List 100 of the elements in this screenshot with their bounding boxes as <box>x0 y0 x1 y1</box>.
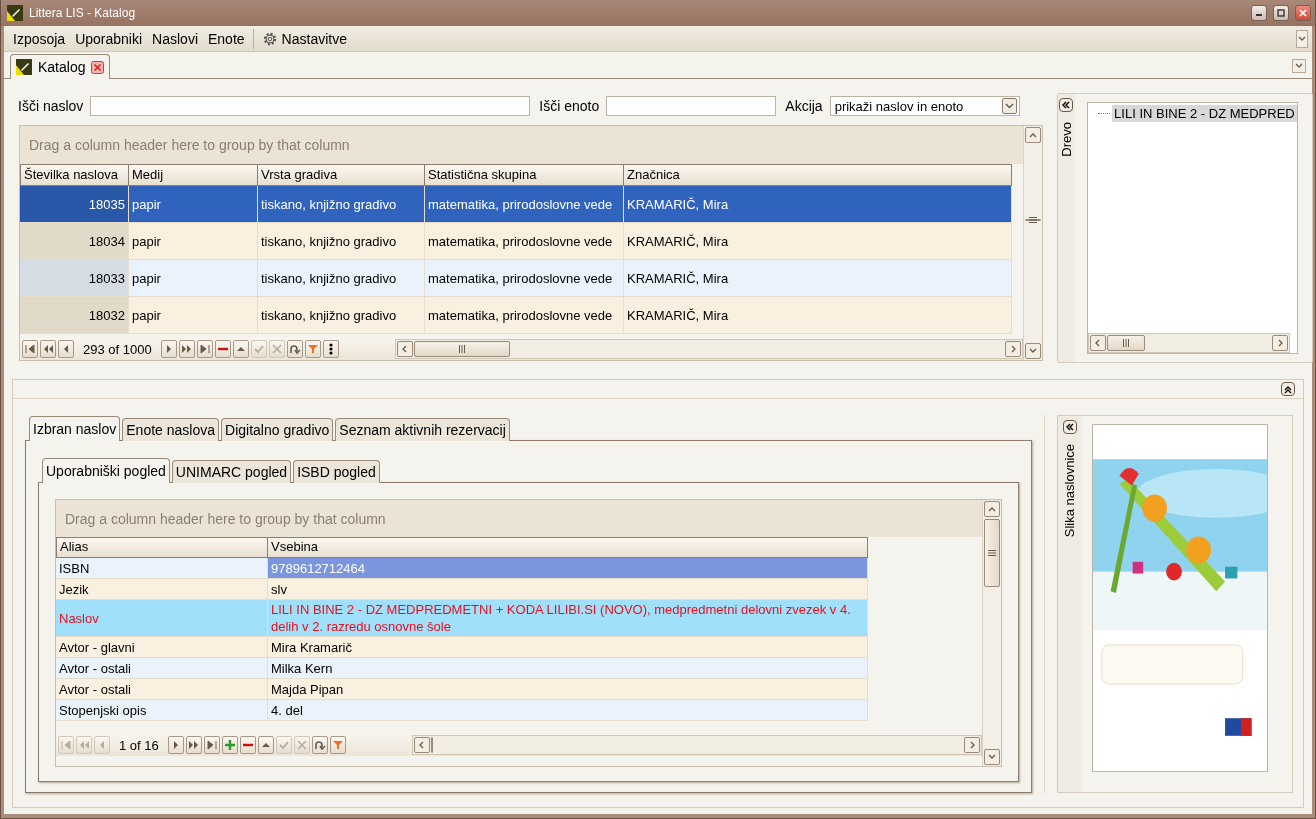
close-icon[interactable] <box>91 60 105 74</box>
x-icon <box>295 739 308 751</box>
table-cell: KRAMARIČ, Mira <box>624 186 1012 223</box>
delete-button[interactable] <box>214 340 231 358</box>
move-up-button[interactable] <box>257 736 274 754</box>
scroll-thumb[interactable] <box>1107 335 1146 351</box>
table-cell: 18032 <box>20 297 129 334</box>
table-cell: KRAMARIČ, Mira <box>624 297 1012 334</box>
table-cell: 9789612712464 <box>268 558 868 579</box>
scroll-left-button[interactable] <box>1090 335 1107 351</box>
refresh-button[interactable] <box>311 736 328 754</box>
first-page-button[interactable] <box>22 340 38 358</box>
menu-item[interactable]: Enote <box>203 28 250 49</box>
tab[interactable]: Digitalno gradivo <box>221 418 334 441</box>
grip-icon <box>1123 339 1130 347</box>
table-cell: Mira Kramarič <box>268 637 868 658</box>
scroll-right-button[interactable] <box>1272 335 1289 351</box>
menu-item[interactable]: Uporabniki <box>70 28 148 49</box>
maximize-button[interactable] <box>1273 5 1289 21</box>
minimize-button[interactable] <box>1251 5 1267 21</box>
next-page-button[interactable] <box>178 340 195 358</box>
tab[interactable]: Enote naslova <box>122 418 219 441</box>
scroll-right-button[interactable] <box>1004 341 1021 357</box>
field-label: Išči enoto <box>539 98 600 114</box>
more-button[interactable] <box>322 340 339 358</box>
vertical-scrollbar[interactable] <box>981 500 1001 766</box>
collapse-button[interactable] <box>1281 382 1295 396</box>
scroll-up-button[interactable] <box>1024 127 1041 143</box>
window-title: Littera LIS - Katalog <box>29 6 137 20</box>
vertical-scrollbar[interactable] <box>1022 126 1042 360</box>
menu-item[interactable]: Naslovi <box>147 28 203 49</box>
tab[interactable]: UNIMARC pogled <box>171 460 292 483</box>
table-cell: ISBN <box>56 558 268 579</box>
horizontal-scrollbar[interactable] <box>1088 333 1291 353</box>
scroll-thumb[interactable] <box>983 519 1000 587</box>
last-page-button[interactable] <box>196 340 213 358</box>
scroll-down-button[interactable] <box>983 749 1000 765</box>
add-button[interactable] <box>221 736 238 754</box>
plus-icon <box>223 739 236 751</box>
redo-icon <box>288 343 301 355</box>
menu-item[interactable]: Izposoja <box>8 28 71 49</box>
first-page-icon <box>24 343 36 355</box>
column-header[interactable]: Vrsta gradiva <box>258 164 425 186</box>
table-cell: Naslov <box>56 600 268 637</box>
panel-title: Slika naslovnice <box>1062 444 1078 538</box>
title-search-field[interactable] <box>90 96 531 116</box>
close-button[interactable] <box>1295 5 1311 21</box>
double-chevron-left-icon <box>1064 422 1075 432</box>
check-icon <box>252 343 265 355</box>
tab[interactable]: ISBD pogled <box>293 460 380 483</box>
menu-overflow-button[interactable] <box>1296 29 1308 48</box>
menu-item[interactable]: Nastavitve <box>256 28 352 49</box>
tabs-dropdown-button[interactable] <box>1292 59 1306 73</box>
column-header[interactable]: Statistična skupina <box>425 164 624 186</box>
grip-icon <box>1028 217 1037 223</box>
next-page-button[interactable] <box>185 736 202 754</box>
column-header[interactable]: Številka naslova <box>20 164 129 186</box>
next-button[interactable] <box>160 340 177 358</box>
app-icon <box>16 59 32 75</box>
table-cell: matematika, prirodoslovne vede <box>425 260 624 297</box>
tree-item[interactable]: LILI IN BINE 2 - DZ MEDPRED <box>1112 105 1297 122</box>
unit-search-field[interactable] <box>606 96 777 116</box>
filter-button[interactable] <box>329 736 346 754</box>
scroll-left-button[interactable] <box>413 737 430 753</box>
scroll-thumb[interactable] <box>430 737 433 753</box>
column-header[interactable]: Medij <box>129 164 258 186</box>
previous-page-button[interactable] <box>40 340 56 358</box>
double-arrow-right-icon <box>187 739 200 751</box>
table-cell: 4. del <box>268 700 868 721</box>
move-up-button[interactable] <box>232 340 249 358</box>
double-arrow-right-icon <box>180 343 193 355</box>
last-page-button[interactable] <box>203 736 220 754</box>
table-cell: Avtor - ostali <box>56 679 268 700</box>
table-cell: Stopenjski opis <box>56 700 268 721</box>
column-header[interactable]: Alias <box>56 537 268 558</box>
delete-button[interactable] <box>239 736 256 754</box>
scroll-thumb[interactable] <box>413 341 510 357</box>
next-button[interactable] <box>167 736 184 754</box>
collapse-button[interactable] <box>1059 98 1074 112</box>
filter-icon <box>331 739 344 751</box>
refresh-button[interactable] <box>286 340 303 358</box>
collapse-button[interactable] <box>1062 420 1077 434</box>
tab[interactable]: Uporabniški pogled <box>42 458 170 483</box>
scroll-right-button[interactable] <box>963 737 980 753</box>
scroll-down-button[interactable] <box>1024 343 1041 359</box>
horizontal-scrollbar[interactable] <box>394 339 1023 359</box>
column-header[interactable]: Vsebina <box>268 537 868 558</box>
horizontal-scrollbar[interactable] <box>411 735 982 755</box>
group-by-hint: Drag a column header here to group by that column <box>56 500 982 537</box>
scroll-up-button[interactable] <box>983 501 1000 517</box>
document-tab[interactable]: Katalog <box>10 54 111 79</box>
scroll-thumb[interactable] <box>1024 219 1041 221</box>
tab[interactable]: Izbran naslov <box>29 416 121 441</box>
table-cell: matematika, prirodoslovne vede <box>425 186 624 223</box>
tab[interactable]: Seznam aktivnih rezervacij <box>335 418 510 441</box>
table-cell: tiskano, knjižno gradivo <box>258 260 425 297</box>
column-header[interactable]: Značnica <box>624 164 1012 186</box>
scroll-left-button[interactable] <box>396 341 413 357</box>
previous-button[interactable] <box>58 340 74 358</box>
action-dropdown[interactable]: prikaži naslov in enoto <box>829 96 1020 116</box>
